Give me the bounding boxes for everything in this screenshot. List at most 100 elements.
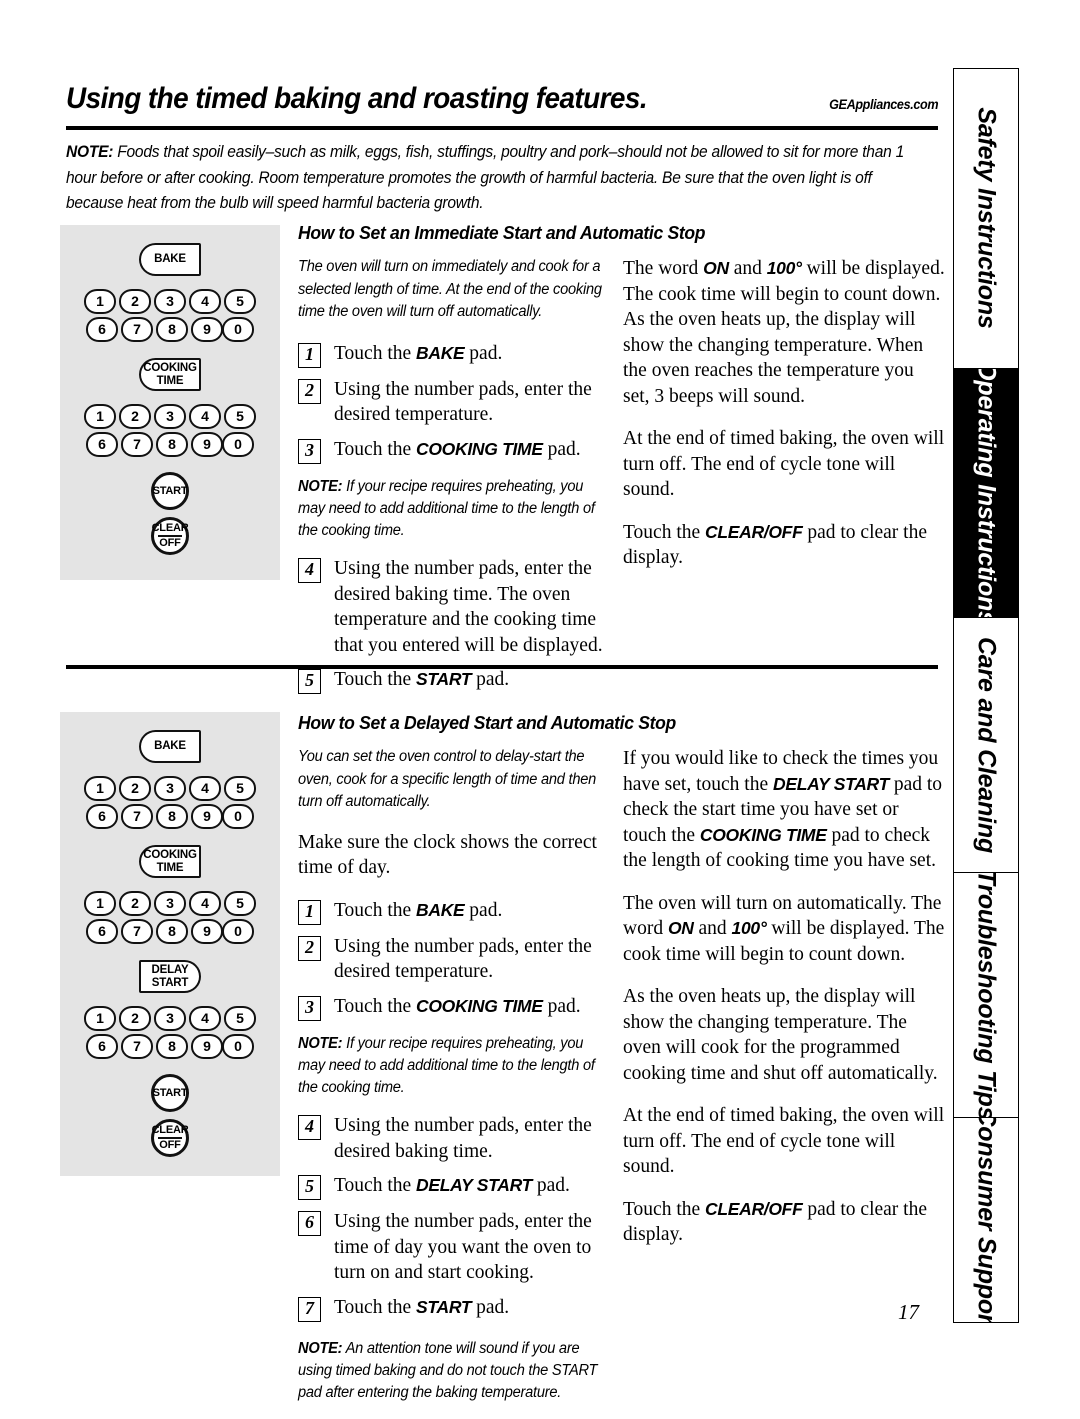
key-0[interactable]: 0 xyxy=(222,1034,254,1059)
step-item: 5 Touch the DELAY START pad. xyxy=(298,1173,623,1201)
step-text: Touch the COOKING TIME pad. xyxy=(334,438,581,460)
start-pad[interactable]: START xyxy=(151,1074,189,1112)
key-4[interactable]: 4 xyxy=(189,404,221,429)
key-3[interactable]: 3 xyxy=(154,289,186,314)
key-6[interactable]: 6 xyxy=(86,432,118,457)
page-header: Using the timed baking and roasting feat… xyxy=(66,82,938,116)
section-1-intro: The oven will turn on immediately and co… xyxy=(298,258,602,320)
step-number: 5 xyxy=(298,669,321,695)
key-8[interactable]: 8 xyxy=(156,1034,188,1059)
result-paragraph: At the end of timed baking, the oven wil… xyxy=(623,1105,945,1177)
clear-off-pad[interactable]: CLEAR OFF xyxy=(151,517,189,555)
key-0[interactable]: 0 xyxy=(222,317,254,342)
tab-label: Troubleshooting Tips xyxy=(972,872,1001,1117)
key-5[interactable]: 5 xyxy=(224,891,256,916)
key-1[interactable]: 1 xyxy=(84,404,116,429)
step-number: 6 xyxy=(298,1211,321,1237)
step-text: Using the number pads, enter the desired… xyxy=(334,1115,592,1162)
key-3[interactable]: 3 xyxy=(154,1006,186,1031)
tab-troubleshooting-tips[interactable]: Troubleshooting Tips xyxy=(953,872,1019,1117)
key-0[interactable]: 0 xyxy=(222,432,254,457)
key-4[interactable]: 4 xyxy=(189,1006,221,1031)
key-5[interactable]: 5 xyxy=(224,289,256,314)
tab-operating-instructions[interactable]: Operating Instructions xyxy=(953,367,1019,618)
key-0[interactable]: 0 xyxy=(222,804,254,829)
step-text: Touch the START pad. xyxy=(334,669,510,691)
key-9[interactable]: 9 xyxy=(191,432,223,457)
tab-consumer-support[interactable]: Consumer Support xyxy=(953,1116,1019,1323)
section-2-lead: Make sure the clock shows the correct ti… xyxy=(298,831,597,879)
key-2[interactable]: 2 xyxy=(119,776,151,801)
key-1[interactable]: 1 xyxy=(84,1006,116,1031)
key-5[interactable]: 5 xyxy=(224,1006,256,1031)
note-text: If your recipe requires preheating, you … xyxy=(298,1034,595,1097)
key-8[interactable]: 8 xyxy=(156,804,188,829)
section-2-steps-column: You can set the oven control to delay-st… xyxy=(298,746,623,1419)
tab-label: Safety Instructions xyxy=(972,107,1001,329)
step-item: 3 Touch the COOKING TIME pad. xyxy=(298,994,623,1021)
key-6[interactable]: 6 xyxy=(86,804,118,829)
key-6[interactable]: 6 xyxy=(86,919,118,944)
cooking-time-label-1: COOKING xyxy=(143,849,197,861)
key-5[interactable]: 5 xyxy=(224,776,256,801)
key-6[interactable]: 6 xyxy=(86,317,118,342)
key-9[interactable]: 9 xyxy=(191,919,223,944)
section-1-result-column: The word ON and 100° will be displayed. … xyxy=(623,256,945,588)
step-item: 2 Using the number pads, enter the desir… xyxy=(298,377,623,428)
bake-pad-label: BAKE xyxy=(154,253,186,266)
step-text: Using the number pads, enter the desired… xyxy=(334,378,592,426)
step-item: 5 Touch the START pad. xyxy=(298,667,623,695)
numpad-row-1: 1 2 3 4 5 xyxy=(60,776,280,801)
bake-pad-label: BAKE xyxy=(154,740,186,753)
key-5[interactable]: 5 xyxy=(224,404,256,429)
bake-pad[interactable]: BAKE xyxy=(139,243,202,277)
key-0[interactable]: 0 xyxy=(222,919,254,944)
step-number: 5 xyxy=(298,1175,321,1201)
step-item: 2 Using the number pads, enter the desir… xyxy=(298,934,623,985)
bake-pad[interactable]: BAKE xyxy=(139,730,202,764)
step-text: Using the number pads, enter the desired… xyxy=(334,935,592,983)
step-number: 2 xyxy=(298,378,321,404)
key-4[interactable]: 4 xyxy=(189,776,221,801)
tab-care-and-cleaning[interactable]: Care and Cleaning xyxy=(953,617,1019,873)
key-1[interactable]: 1 xyxy=(84,891,116,916)
key-2[interactable]: 2 xyxy=(119,1006,151,1031)
tab-safety-instructions[interactable]: Safety Instructions xyxy=(953,68,1019,368)
cooking-time-pad[interactable]: COOKING TIME xyxy=(139,358,202,392)
cooking-time-pad[interactable]: COOKING TIME xyxy=(139,845,202,879)
key-1[interactable]: 1 xyxy=(84,289,116,314)
note-text: If your recipe requires preheating, you … xyxy=(298,477,595,540)
key-3[interactable]: 3 xyxy=(154,891,186,916)
key-7[interactable]: 7 xyxy=(121,804,153,829)
numpad-2c: 1 2 3 4 5 6 7 8 9 0 xyxy=(60,1006,280,1059)
key-2[interactable]: 2 xyxy=(119,891,151,916)
clear-off-pad[interactable]: CLEAR OFF xyxy=(151,1119,189,1157)
key-8[interactable]: 8 xyxy=(156,432,188,457)
numpad-2b: 1 2 3 4 5 6 7 8 9 0 xyxy=(60,891,280,944)
start-pad[interactable]: START xyxy=(151,472,189,510)
numpad-row-2: 6 7 8 9 0 xyxy=(60,317,280,342)
key-4[interactable]: 4 xyxy=(189,891,221,916)
step-item: 7 Touch the START pad. xyxy=(298,1295,623,1322)
key-7[interactable]: 7 xyxy=(121,919,153,944)
key-7[interactable]: 7 xyxy=(121,1034,153,1059)
delay-start-pad[interactable]: DELAY START xyxy=(139,960,202,994)
note-label: NOTE: xyxy=(298,1034,343,1052)
key-4[interactable]: 4 xyxy=(189,289,221,314)
key-9[interactable]: 9 xyxy=(191,1034,223,1059)
key-2[interactable]: 2 xyxy=(119,404,151,429)
step-text: Touch the START pad. xyxy=(334,1296,510,1318)
key-7[interactable]: 7 xyxy=(121,317,153,342)
section-1-heading: How to Set an Immediate Start and Automa… xyxy=(298,222,706,243)
key-2[interactable]: 2 xyxy=(119,289,151,314)
key-3[interactable]: 3 xyxy=(154,776,186,801)
key-7[interactable]: 7 xyxy=(121,432,153,457)
key-1[interactable]: 1 xyxy=(84,776,116,801)
key-9[interactable]: 9 xyxy=(191,804,223,829)
key-6[interactable]: 6 xyxy=(86,1034,118,1059)
key-3[interactable]: 3 xyxy=(154,404,186,429)
off-label: OFF xyxy=(159,537,181,550)
key-8[interactable]: 8 xyxy=(156,919,188,944)
key-8[interactable]: 8 xyxy=(156,317,188,342)
key-9[interactable]: 9 xyxy=(191,317,223,342)
